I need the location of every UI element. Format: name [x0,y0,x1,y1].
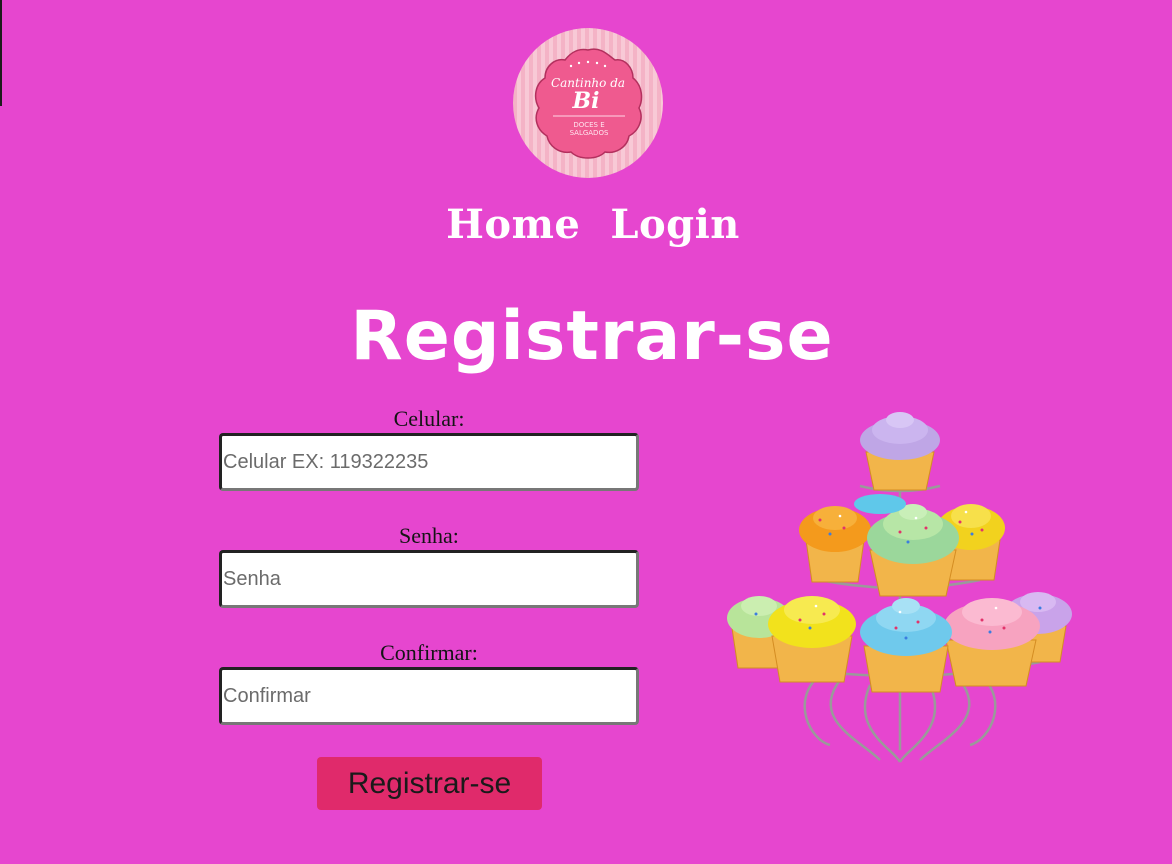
svg-text:DOCES E: DOCES E [573,121,604,129]
register-button[interactable]: Registrar-se [317,757,542,810]
celular-input[interactable] [219,433,639,491]
nav-link-login[interactable]: Login [610,201,740,248]
logo-graphic: Cantinho da Bi DOCES E SALGADOS [513,28,663,178]
main-nav: Home Login [0,198,1172,252]
register-form: Celular: Senha: Confirmar: [219,404,639,756]
celular-label: Celular: [393,406,465,431]
cupcake-top [860,412,940,491]
confirmar-field-group: Confirmar: [219,639,639,725]
celular-field-group: Celular: [219,404,639,491]
senha-label: Senha: [399,523,459,548]
page-title: Registrar-se [350,297,834,376]
window-edge-line [0,0,2,106]
brand-logo[interactable]: Cantinho da Bi DOCES E SALGADOS [513,28,663,178]
senha-field-group: Senha: [219,522,639,608]
cupcake-stand-image [720,400,1080,772]
nav-link-home[interactable]: Home [446,201,580,248]
svg-text:SALGADOS: SALGADOS [570,129,609,137]
senha-input[interactable] [219,550,639,608]
confirmar-label: Confirmar: [380,640,478,665]
svg-text:Bi: Bi [572,88,600,114]
confirmar-input[interactable] [219,667,639,725]
